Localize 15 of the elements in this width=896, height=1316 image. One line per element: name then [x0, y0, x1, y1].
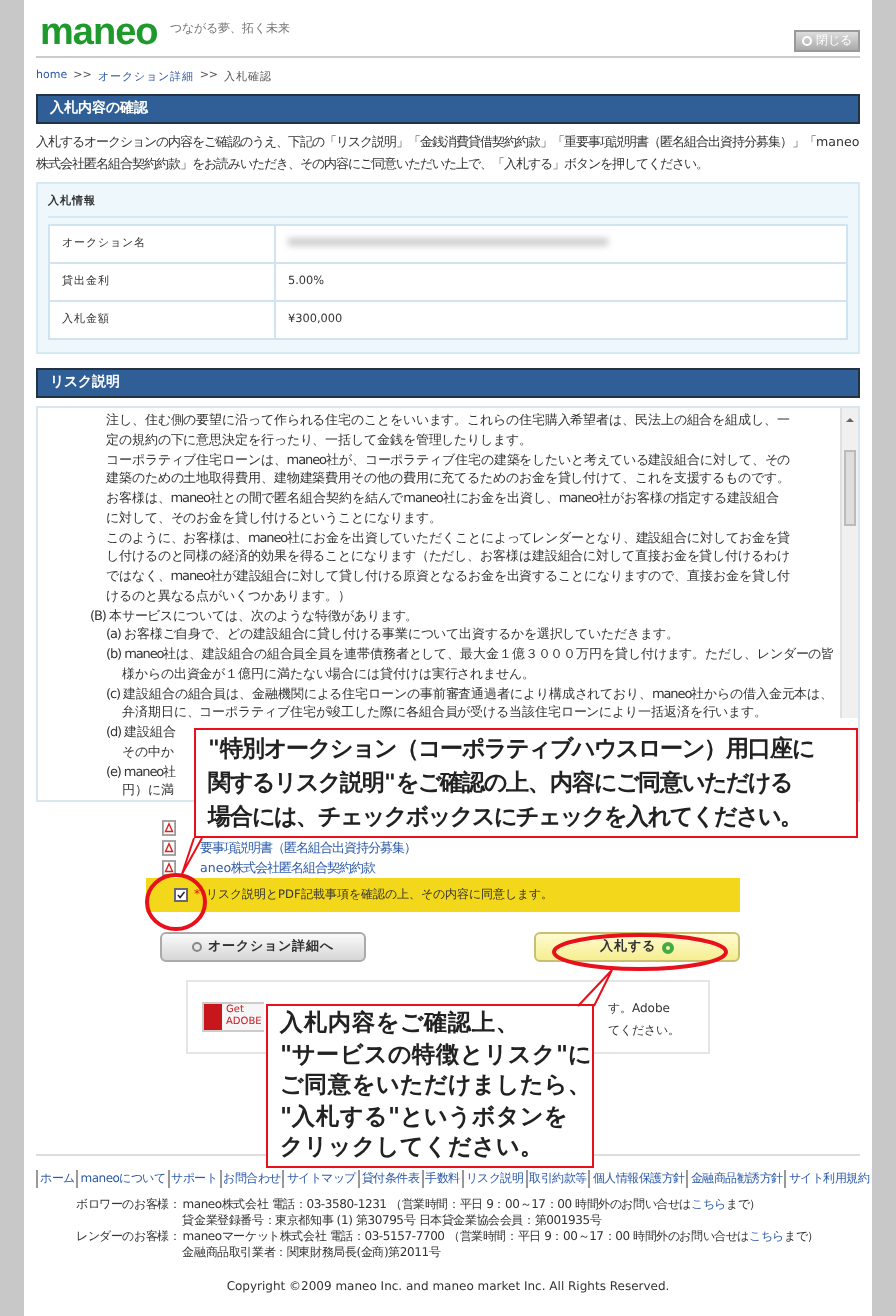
callout-text: 場合には、チェックボックスにチェックを入れてください。 [208, 800, 802, 834]
callout-text: 関するリスク説明"をご確認の上、内容にご同意いただける [208, 766, 792, 800]
callout-text: "サービスの特徴とリスク"に [280, 1039, 593, 1071]
logo: maneo [40, 12, 158, 56]
callout-text: "特別オークション（コーポラティブハウスローン）用口座に [208, 732, 814, 766]
callout-text: クリックしてください。 [280, 1132, 544, 1164]
pdf-icon [162, 860, 176, 876]
pdf-icon [162, 840, 176, 856]
pdf-icon [162, 820, 176, 836]
callout-text: 入札内容をご確認上、 [280, 1008, 520, 1040]
highlight-ring [145, 873, 207, 931]
callout-text: ご同意をいただけましたら、 [280, 1070, 592, 1102]
scrollbar[interactable] [840, 408, 858, 718]
callout-text: "入札する"というボタンを [280, 1101, 569, 1133]
agreement-checkbox[interactable] [174, 888, 188, 902]
